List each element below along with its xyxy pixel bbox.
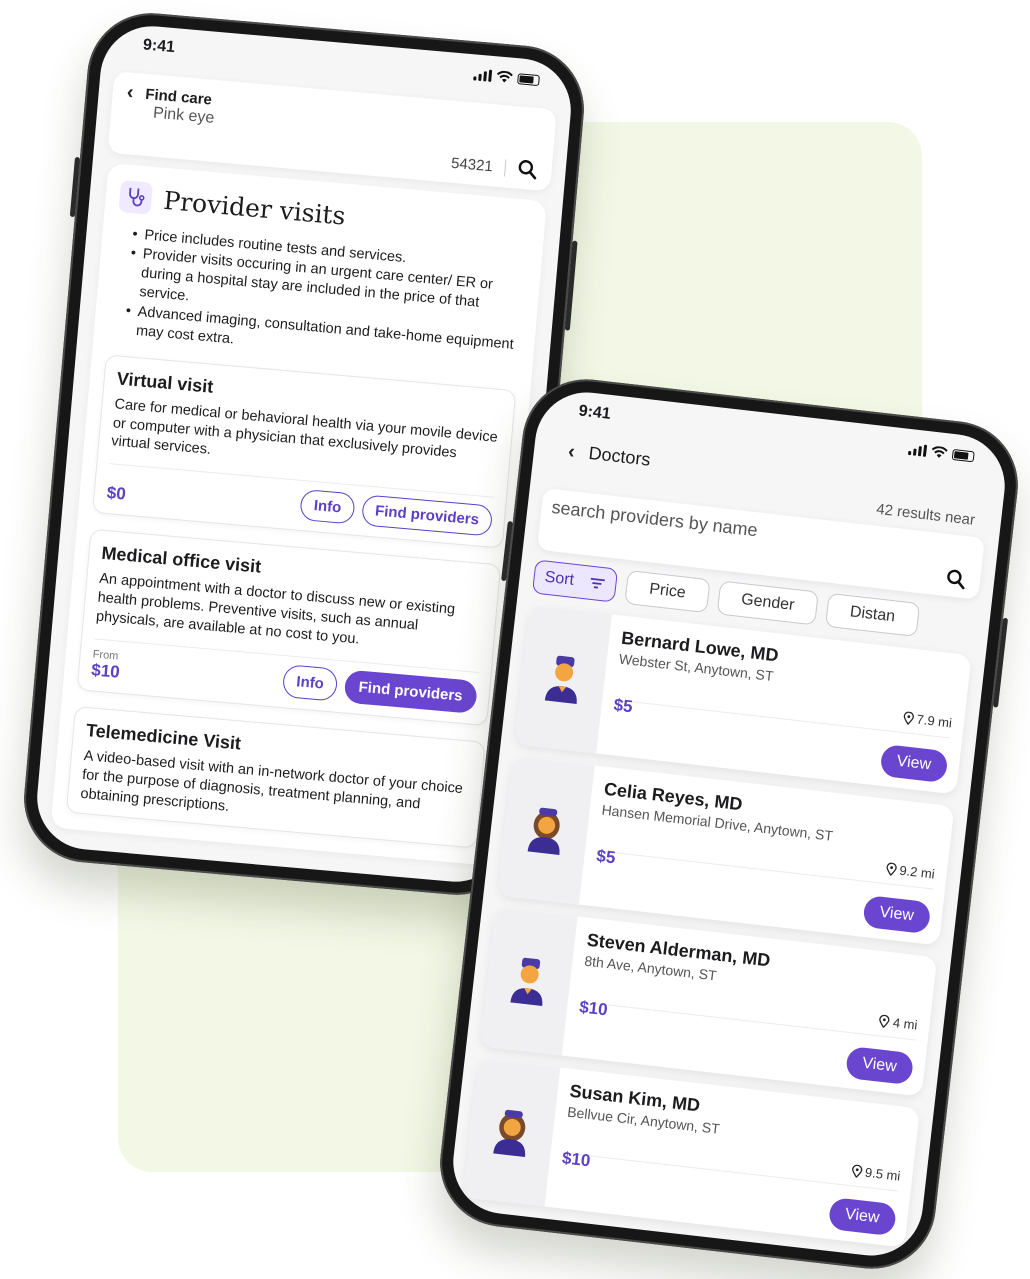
- gender-filter-chip[interactable]: Gender: [716, 580, 820, 626]
- search-icon[interactable]: [517, 159, 539, 181]
- distance-value: 9.5 mi: [864, 1164, 902, 1184]
- search-icon[interactable]: [945, 568, 967, 590]
- status-time: 9:41: [142, 36, 176, 57]
- view-button[interactable]: View: [861, 894, 932, 935]
- battery-icon: [951, 448, 975, 462]
- status-time: 9:41: [577, 402, 612, 423]
- divider: [579, 1001, 916, 1041]
- distance-label: 9.2 mi: [885, 861, 936, 882]
- wifi-icon: [931, 446, 948, 458]
- location-pin-icon: [886, 862, 897, 877]
- female-doctor-icon: [463, 1058, 561, 1207]
- find-providers-button[interactable]: Find providers: [343, 669, 478, 714]
- doctor-price: $5: [595, 846, 617, 868]
- male-doctor-icon: [480, 907, 578, 1056]
- search-placeholder: search providers by name: [550, 496, 759, 541]
- signal-icon: [473, 68, 493, 82]
- visit-price: $0: [106, 483, 127, 504]
- doctor-price: $5: [612, 695, 634, 717]
- sort-lines-icon: [591, 577, 606, 589]
- doctor-price: $10: [561, 1148, 592, 1171]
- system-icons: [473, 68, 540, 86]
- male-doctor-icon: [514, 605, 612, 754]
- distance-value: 4 mi: [892, 1014, 919, 1033]
- view-button[interactable]: View: [827, 1196, 898, 1237]
- bullet-list: Price includes routine tests and service…: [123, 225, 527, 374]
- location-pin-icon: [851, 1164, 862, 1179]
- distance-label: 9.5 mi: [850, 1163, 902, 1184]
- female-doctor-icon: [497, 756, 595, 905]
- info-button[interactable]: Info: [299, 489, 356, 525]
- view-button[interactable]: View: [879, 743, 949, 784]
- section-title: Provider visits: [162, 185, 347, 231]
- sort-chip[interactable]: Sort: [531, 559, 619, 603]
- visit-card-virtual: Virtual visit Care for medical or behavi…: [92, 354, 517, 549]
- sort-label: Sort: [543, 568, 575, 589]
- divider: [562, 1152, 899, 1192]
- visit-card-office: Medical office visit An appointment with…: [76, 528, 502, 726]
- location-pin-icon: [903, 711, 914, 726]
- screen-doctors: 9:41 ‹ Doctors 42 results near search pr…: [447, 386, 1011, 1262]
- back-chevron-icon[interactable]: ‹: [126, 81, 135, 103]
- phone-doctors: 9:41 ‹ Doctors 42 results near search pr…: [433, 372, 1025, 1276]
- visit-card-telemedicine: Telemedicine Visit A video-based visit w…: [65, 705, 486, 849]
- find-providers-button[interactable]: Find providers: [360, 494, 494, 537]
- system-icons: [907, 443, 975, 462]
- price-filter-chip[interactable]: Price: [624, 569, 711, 614]
- provider-visits-section: Provider visits Price includes routine t…: [50, 162, 547, 867]
- distance-label: 7.9 mi: [902, 710, 953, 731]
- distance-label: 4 mi: [878, 1013, 919, 1033]
- wifi-icon: [496, 70, 513, 83]
- battery-icon: [517, 72, 540, 86]
- view-button[interactable]: View: [844, 1045, 915, 1086]
- location-pin-icon: [879, 1014, 890, 1029]
- doctor-list: Bernard Lowe, MD Webster St, Anytown, ST…: [463, 605, 972, 1248]
- divider: [597, 850, 934, 890]
- visit-price: $10: [90, 660, 121, 682]
- distance-filter-chip[interactable]: Distan: [825, 592, 920, 637]
- distance-value: 7.9 mi: [915, 711, 953, 731]
- divider: [614, 699, 951, 739]
- zip-code[interactable]: 54321: [450, 154, 507, 176]
- distance-value: 9.2 mi: [898, 862, 936, 882]
- info-button[interactable]: Info: [282, 663, 339, 702]
- stethoscope-icon: [118, 180, 154, 215]
- back-chevron-icon[interactable]: ‹: [567, 440, 576, 463]
- doctor-price: $10: [578, 997, 609, 1020]
- signal-icon: [907, 443, 928, 457]
